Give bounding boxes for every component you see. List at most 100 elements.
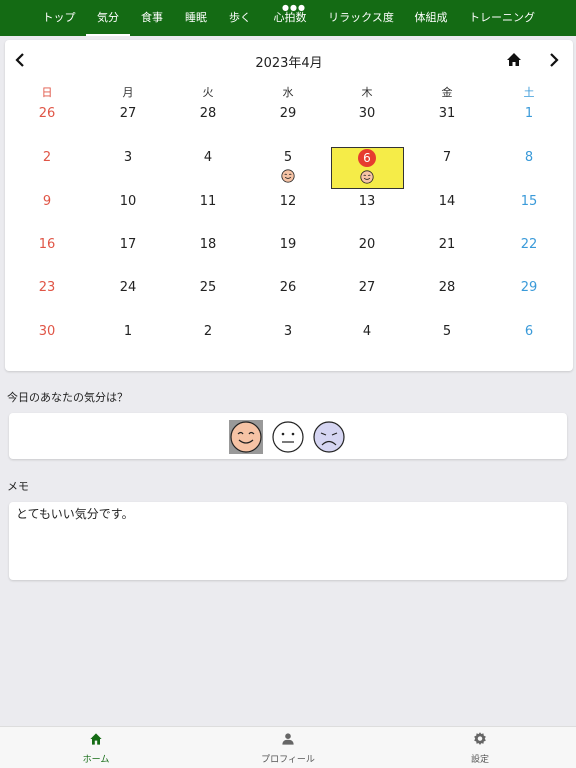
month-title: 2023年4月: [255, 56, 323, 71]
mood-sad-button[interactable]: [312, 420, 346, 454]
day-number: 3: [283, 324, 293, 339]
day-number: 7: [442, 150, 452, 165]
calendar-day[interactable]: 27: [327, 280, 407, 324]
calendar-day[interactable]: 11: [168, 194, 248, 238]
calendar-day[interactable]: 24: [88, 280, 168, 324]
calendar-day[interactable]: 28: [407, 280, 487, 324]
calendar-day[interactable]: 2: [7, 150, 87, 194]
calendar-day[interactable]: 4: [168, 150, 248, 194]
day-number: 22: [520, 237, 538, 252]
weekday-label: 木: [361, 86, 373, 99]
calendar-day[interactable]: 6: [489, 324, 569, 368]
calendar-day[interactable]: 19: [248, 237, 328, 281]
day-number: 5: [442, 324, 452, 339]
next-month-button[interactable]: [543, 50, 563, 70]
bottom-tab-settings[interactable]: 設定: [420, 731, 540, 765]
weekday-label: 土: [523, 86, 535, 99]
tab-meal[interactable]: 食事: [134, 0, 170, 36]
today-home-button[interactable]: [504, 50, 524, 70]
happy-face-icon: [230, 421, 262, 453]
day-number: 2: [42, 150, 52, 165]
day-number: 16: [38, 237, 56, 252]
day-number: 6: [358, 149, 376, 167]
day-number: 13: [358, 194, 376, 209]
calendar-day[interactable]: 30: [7, 324, 87, 368]
bottom-tab-label: プロフィール: [261, 755, 315, 765]
tab-top[interactable]: トップ: [36, 0, 82, 36]
home-icon: [90, 733, 102, 745]
tab-mood[interactable]: 気分: [86, 0, 130, 36]
weekday-label: 金: [441, 86, 453, 99]
mood-neutral-button[interactable]: [271, 420, 305, 454]
day-number: 25: [199, 280, 217, 295]
memo-text: とてもいい気分です。: [16, 507, 134, 521]
calendar-day[interactable]: 16: [7, 237, 87, 281]
calendar-day[interactable]: 10: [88, 194, 168, 238]
day-number: 26: [38, 106, 56, 121]
calendar-day[interactable]: 29: [489, 280, 569, 324]
weekday-label: 水: [282, 86, 294, 99]
mood-happy-button[interactable]: [229, 420, 263, 454]
weekday-label: 月: [122, 86, 134, 99]
day-number: 26: [279, 280, 297, 295]
day-number: 27: [358, 280, 376, 295]
day-number: 17: [119, 237, 137, 252]
day-number: 1: [524, 106, 534, 121]
tab-body-composition[interactable]: 体組成: [408, 0, 454, 36]
bottom-tab-profile[interactable]: プロフィール: [228, 731, 348, 765]
calendar-day[interactable]: 14: [407, 194, 487, 238]
calendar-day[interactable]: 12: [248, 194, 328, 238]
day-number: 14: [438, 194, 456, 209]
tab-relax[interactable]: リラックス度: [322, 0, 400, 36]
calendar-day[interactable]: 13: [327, 194, 407, 238]
calendar-day[interactable]: 21: [407, 237, 487, 281]
sad-face-icon: [313, 421, 345, 453]
calendar-day[interactable]: 5: [407, 324, 487, 368]
weekday-label: 日: [41, 86, 53, 99]
tab-walk[interactable]: 歩く: [222, 0, 258, 36]
calendar-day[interactable]: 18: [168, 237, 248, 281]
calendar-day[interactable]: 2: [168, 324, 248, 368]
day-number: 31: [438, 106, 456, 121]
calendar-day[interactable]: 9: [7, 194, 87, 238]
memo-field[interactable]: とてもいい気分です。: [9, 502, 567, 580]
home-icon: [507, 53, 521, 66]
day-number: 23: [38, 280, 56, 295]
calendar-day[interactable]: 17: [88, 237, 168, 281]
day-number: 4: [362, 324, 372, 339]
calendar-day[interactable]: 1: [88, 324, 168, 368]
tab-sleep[interactable]: 睡眠: [178, 0, 214, 36]
calendar-day[interactable]: 6: [327, 149, 407, 194]
calendar-day[interactable]: 20: [327, 237, 407, 281]
calendar-day[interactable]: 27: [88, 106, 168, 150]
calendar-day[interactable]: 3: [248, 324, 328, 368]
calendar-day[interactable]: 26: [248, 280, 328, 324]
bottom-tab-home[interactable]: ホーム: [36, 731, 156, 765]
calendar-day[interactable]: 23: [7, 280, 87, 324]
day-number: 28: [199, 106, 217, 121]
mood-selector: [9, 413, 567, 459]
tab-training[interactable]: トレーニング: [462, 0, 542, 36]
gear-icon: [474, 732, 486, 745]
calendar-day[interactable]: 15: [489, 194, 569, 238]
calendar-day[interactable]: 31: [407, 106, 487, 150]
calendar-day[interactable]: 26: [7, 106, 87, 150]
calendar-day[interactable]: 4: [327, 324, 407, 368]
calendar-day[interactable]: 25: [168, 280, 248, 324]
calendar-day[interactable]: 28: [168, 106, 248, 150]
calendar-day[interactable]: 5: [248, 150, 328, 194]
calendar-day[interactable]: 29: [248, 106, 328, 150]
neutral-face-icon: [272, 421, 304, 453]
mood-question: 今日のあなたの気分は？: [7, 391, 128, 404]
memo-label: メモ: [7, 480, 29, 493]
calendar-day[interactable]: 8: [489, 150, 569, 194]
day-number: 21: [438, 237, 456, 252]
calendar-day[interactable]: 30: [327, 106, 407, 150]
calendar-day[interactable]: 22: [489, 237, 569, 281]
calendar-card: 2023年4月 日 月 火 水 木 金 土 26 27 28 29 30 31 1 2 3 4 5 6…: [5, 40, 573, 371]
calendar-day[interactable]: 7: [407, 150, 487, 194]
calendar-day[interactable]: 3: [88, 150, 168, 194]
calendar-day[interactable]: 1: [489, 106, 569, 150]
day-number: 4: [203, 150, 213, 165]
tab-heart-rate[interactable]: 心拍数: [268, 0, 312, 36]
